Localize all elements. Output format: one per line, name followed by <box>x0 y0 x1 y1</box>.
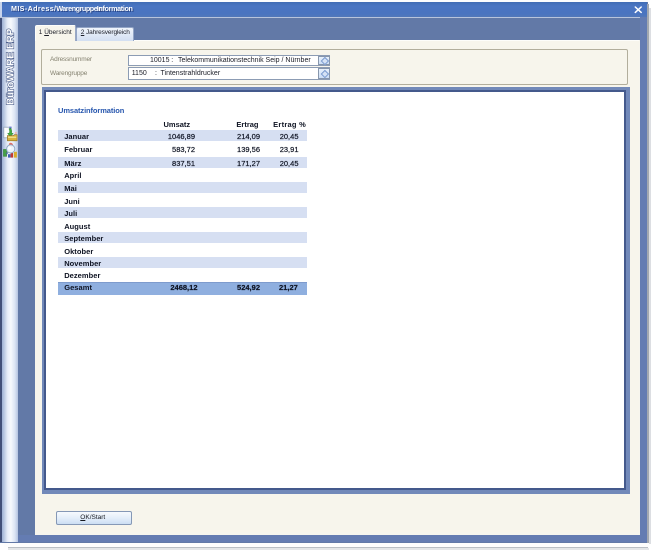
svg-text:BüroWARE ERP: BüroWARE ERP <box>6 28 17 105</box>
